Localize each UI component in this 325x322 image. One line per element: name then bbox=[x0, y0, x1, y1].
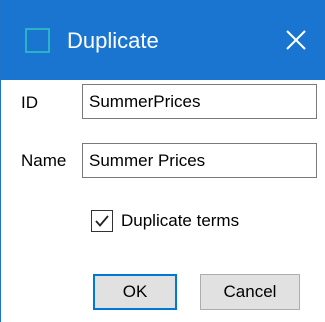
duplicate-dialog: Duplicate ID Name Duplicate terms OK Can… bbox=[0, 0, 325, 322]
duplicate-terms-checkbox[interactable] bbox=[91, 210, 113, 232]
name-field[interactable] bbox=[82, 143, 317, 178]
window-title: Duplicate bbox=[67, 28, 159, 53]
checkmark-icon bbox=[95, 215, 109, 227]
app-icon bbox=[25, 28, 50, 53]
id-label: ID bbox=[21, 93, 38, 112]
close-button[interactable] bbox=[279, 22, 313, 58]
cancel-button[interactable]: Cancel bbox=[200, 274, 300, 310]
duplicate-terms-label: Duplicate terms bbox=[121, 211, 240, 230]
id-field[interactable] bbox=[82, 84, 317, 119]
name-label: Name bbox=[21, 151, 67, 170]
title-bar[interactable]: Duplicate bbox=[1, 0, 325, 80]
close-icon bbox=[286, 30, 306, 50]
duplicate-terms-checkbox-row[interactable]: Duplicate terms bbox=[91, 210, 239, 232]
ok-button[interactable]: OK bbox=[93, 274, 177, 310]
